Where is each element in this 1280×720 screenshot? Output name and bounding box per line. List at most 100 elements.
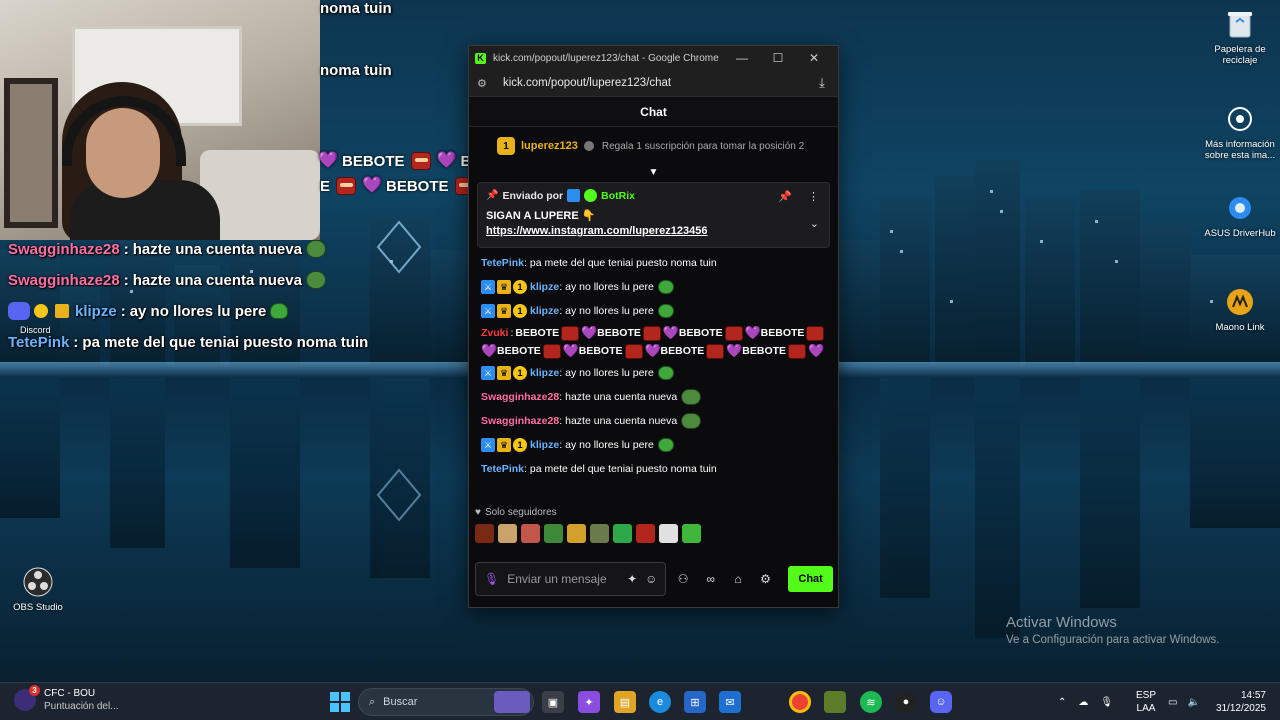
- chat-username[interactable]: Zvuki: [481, 325, 508, 341]
- predictions-icon[interactable]: ⚇: [672, 572, 693, 586]
- url-text[interactable]: kick.com/popout/luperez123/chat: [503, 77, 814, 89]
- clock[interactable]: 14:57 31/12/2025: [1212, 689, 1266, 715]
- microphone-icon[interactable]: 🎙: [484, 572, 499, 586]
- chat-username[interactable]: klipze: [530, 365, 559, 381]
- volume-icon[interactable]: 🔈: [1187, 697, 1199, 708]
- chevron-up-icon[interactable]: ⌃: [1058, 697, 1066, 708]
- onedrive-icon[interactable]: ☁: [1078, 697, 1088, 708]
- emote-picker-item[interactable]: [659, 524, 678, 543]
- pinned-link[interactable]: https://www.instagram.com/luperez123456: [486, 225, 821, 237]
- close-button[interactable]: ✕: [796, 51, 832, 65]
- chat-composer[interactable]: 🎙 Enviar un mensaje ✦ ☺ ⚇ ∞ ⌂ ⚙ Chat: [475, 561, 834, 597]
- emote-picker-item[interactable]: [498, 524, 517, 543]
- copilot-icon[interactable]: ✦: [578, 691, 600, 713]
- store-app-icon[interactable]: ⊞: [684, 691, 706, 713]
- desktop-icon-label: Papelera de reciclaje: [1214, 44, 1266, 66]
- sub-badge-icon: [34, 304, 48, 318]
- chat-username[interactable]: TetePink: [481, 255, 524, 271]
- start-button[interactable]: [330, 692, 350, 712]
- maximize-button[interactable]: ☐: [760, 51, 796, 65]
- crown-rank-icon: 1: [497, 137, 515, 155]
- emoji-icon[interactable]: ☺: [645, 572, 657, 586]
- edge-icon[interactable]: e: [649, 691, 671, 713]
- bot-badge-icon: [567, 189, 581, 202]
- chat-input-placeholder[interactable]: Enviar un mensaje: [507, 572, 619, 586]
- emote-picker-item[interactable]: [475, 524, 494, 543]
- obs-taskbar-icon[interactable]: ●: [895, 691, 917, 713]
- more-options-icon[interactable]: ⋮: [808, 190, 819, 203]
- desktop-icon-info[interactable]: Más información sobre esta ima...: [1202, 103, 1278, 161]
- chat-username[interactable]: TetePink: [481, 461, 524, 477]
- top-gifter-username[interactable]: luperez123: [521, 140, 578, 152]
- minimize-button[interactable]: —: [724, 51, 760, 65]
- desktop-icon-label: Más información sobre esta ima...: [1204, 139, 1276, 161]
- chat-username[interactable]: klipze: [530, 279, 559, 295]
- emote-picker-item[interactable]: [521, 524, 540, 543]
- overlay-bebote-cut: E: [320, 177, 331, 195]
- chat-username[interactable]: Swagginhaze28: [481, 389, 559, 405]
- activate-windows-watermark: Activar Windows Ve a Configuración para …: [1006, 614, 1220, 646]
- chrome-chat-window[interactable]: K kick.com/popout/luperez123/chat - Goog…: [468, 45, 839, 608]
- outlook-icon[interactable]: ✉: [719, 691, 741, 713]
- infinite-icon[interactable]: ∞: [700, 572, 721, 586]
- store-icon[interactable]: ⌂: [727, 572, 748, 586]
- chat-username[interactable]: klipze: [530, 437, 559, 453]
- minecraft-icon[interactable]: [824, 691, 846, 713]
- emote-picker-item[interactable]: [590, 524, 609, 543]
- quick-settings[interactable]: ▭ 🔈: [1168, 683, 1200, 720]
- desktop-icon-maono-link[interactable]: Maono Link: [1202, 286, 1278, 333]
- expand-chevron-icon[interactable]: ⌄: [810, 217, 819, 230]
- recent-emotes-strip[interactable]: [469, 518, 838, 546]
- magic-tools-icon[interactable]: ✦: [627, 572, 637, 586]
- heart-emote-icon: 💜: [581, 325, 598, 340]
- desktop-icon-asus-driverhub[interactable]: ASUS DriverHub: [1202, 192, 1278, 239]
- pinned-bot-name[interactable]: BotRix: [601, 190, 635, 202]
- site-settings-icon[interactable]: ⚙: [477, 77, 491, 90]
- bebote-face-emote-icon: [806, 325, 825, 341]
- send-chat-button[interactable]: Chat: [788, 566, 834, 592]
- task-view-icon[interactable]: ▣: [542, 691, 564, 713]
- chat-message: Swagginhaze28: hazte una cuenta nueva: [481, 385, 826, 409]
- emote-picker-item[interactable]: [613, 524, 632, 543]
- discord-icon[interactable]: ☺: [930, 691, 952, 713]
- search-highlight-icon[interactable]: [494, 691, 530, 713]
- language-code: ESP: [1136, 690, 1157, 701]
- window-titlebar[interactable]: K kick.com/popout/luperez123/chat - Goog…: [469, 46, 838, 70]
- emote-picker-item[interactable]: [567, 524, 586, 543]
- collapse-pinned-button[interactable]: ▼: [469, 165, 838, 179]
- chat-text: pa mete del que teniai puesto noma tuin: [529, 257, 717, 269]
- unpin-icon[interactable]: 📌: [778, 190, 792, 203]
- mic-tray-icon[interactable]: 🎙: [1100, 697, 1113, 708]
- language-indicator[interactable]: ESP LAA: [1136, 683, 1156, 720]
- address-bar[interactable]: ⚙ kick.com/popout/luperez123/chat ⤓: [469, 70, 838, 97]
- chrome-icon[interactable]: [789, 691, 811, 713]
- emote-picker-item[interactable]: [682, 524, 701, 543]
- pinned-message[interactable]: 📌 Enviado por BotRix 📌 ⋮ SIGAN A LUPERE …: [477, 182, 830, 248]
- followers-only-notice: ♥ Solo seguidores: [469, 502, 838, 518]
- chat-input[interactable]: 🎙 Enviar un mensaje ✦ ☺: [475, 562, 667, 596]
- chat-username[interactable]: klipze: [530, 303, 559, 319]
- spotify-icon[interactable]: ≋: [860, 691, 882, 713]
- bebote-word: BEBOTE: [578, 345, 623, 357]
- system-tray[interactable]: ⌃ ☁ 🎙: [1058, 683, 1113, 720]
- emote-picker-item[interactable]: [636, 524, 655, 543]
- settings-icon[interactable]: ⚙: [755, 572, 776, 586]
- kick-favicon-icon: K: [475, 52, 486, 64]
- taskbar[interactable]: 3 CFC - BOU Puntuación del... ⌕ Buscar ▣…: [0, 682, 1280, 720]
- top-gifter-banner[interactable]: 1 luperez123 Regala 1 suscripción para t…: [469, 127, 838, 165]
- chat-message: ⚔ ♛ 1 klipze: ay no llores lu pere: [481, 361, 826, 385]
- emote-picker-item[interactable]: [544, 524, 563, 543]
- file-explorer-icon[interactable]: ▤: [614, 691, 636, 713]
- search-icon: ⌕: [369, 695, 376, 708]
- obs-icon: [22, 566, 54, 598]
- download-icon[interactable]: ⤓: [814, 75, 830, 91]
- chat-username[interactable]: Swagginhaze28: [481, 413, 559, 429]
- desktop-icon-obs-studio[interactable]: OBS Studio: [0, 566, 76, 613]
- widgets-button[interactable]: 3 CFC - BOU Puntuación del...: [14, 685, 119, 713]
- network-icon[interactable]: ▭: [1168, 697, 1177, 708]
- chat-text: ay no llores lu pere: [565, 305, 654, 317]
- chat-messages[interactable]: TetePink: pa mete del que teniai puesto …: [469, 248, 838, 496]
- desktop-icon-recycle-bin[interactable]: Papelera de reciclaje: [1202, 8, 1278, 66]
- desktop-icon-label: Maono Link: [1215, 322, 1265, 333]
- heart-emote-icon: 💜: [744, 325, 761, 340]
